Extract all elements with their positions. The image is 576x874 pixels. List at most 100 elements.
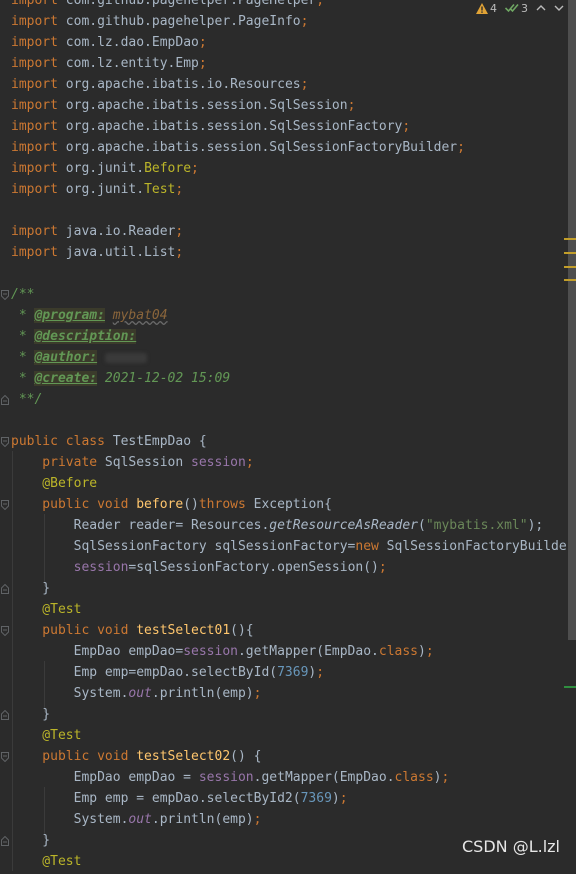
fold-open-icon[interactable] — [1, 290, 9, 300]
code-line[interactable]: * @program: mybat04 — [11, 305, 168, 326]
code-token: Emp emp=empDao.selectById( — [11, 665, 278, 680]
code-token: private — [11, 455, 98, 470]
code-token: ; — [378, 560, 387, 575]
scrollbar-thumb[interactable] — [568, 0, 576, 640]
inspection-widget[interactable]: 4 3 — [472, 0, 564, 16]
code-token: ; — [191, 161, 199, 176]
code-token: .getMapper(EmpDao. — [237, 644, 379, 659]
code-line[interactable]: Reader reader= Resources.getResourceAsRe… — [11, 515, 544, 536]
chevron-up-icon[interactable] — [536, 4, 546, 12]
code-line[interactable]: * @create: 2021-12-02 15:09 — [11, 368, 230, 389]
code-token: import — [11, 35, 58, 50]
code-token: session — [198, 770, 254, 785]
code-token: ) — [418, 644, 426, 659]
code-token: =sqlSessionFactory.openSession() — [128, 560, 379, 575]
code-token: ; — [198, 56, 207, 71]
code-line[interactable]: **/ — [11, 389, 43, 410]
code-token: ) — [331, 791, 340, 806]
code-token: com.github.pagehelper.PageHelper — [57, 0, 317, 8]
code-token: import — [11, 161, 58, 176]
fold-close-icon[interactable] — [1, 395, 9, 405]
code-line[interactable]: } — [11, 704, 50, 725]
code-token: @Test — [11, 602, 82, 617]
warning-marker[interactable] — [564, 252, 576, 254]
code-line[interactable]: SqlSessionFactory sqlSessionFactory=new … — [11, 536, 567, 557]
warnings-indicator[interactable]: 4 — [476, 2, 497, 15]
code-line[interactable]: import org.apache.ibatis.session.SqlSess… — [11, 116, 410, 137]
code-line[interactable]: import com.lz.entity.Emp; — [11, 53, 207, 74]
code-token: out — [128, 812, 152, 827]
code-token: import — [11, 140, 58, 155]
code-token: class — [378, 644, 419, 659]
code-line[interactable]: System.out.println(emp); — [11, 683, 262, 704]
fold-open-icon[interactable] — [1, 437, 9, 447]
fold-open-icon[interactable] — [1, 500, 9, 510]
code-line[interactable]: import org.junit.Before; — [11, 158, 199, 179]
code-token: "mybatis.xml" — [425, 518, 528, 533]
code-line[interactable]: import com.github.pagehelper.PageHelper; — [11, 0, 324, 11]
weak-warnings-indicator[interactable]: 3 — [505, 2, 528, 15]
code-line[interactable]: } — [11, 578, 50, 599]
code-token: 2021-12-02 15:09 — [97, 371, 231, 386]
code-token: import — [11, 224, 58, 239]
code-token: java.util.List — [57, 245, 176, 260]
change-marker[interactable] — [564, 686, 576, 688]
code-line[interactable]: import org.apache.ibatis.session.SqlSess… — [11, 95, 355, 116]
code-line[interactable]: @Test — [11, 725, 81, 746]
code-line[interactable]: public void before()throws Exception{ — [11, 494, 332, 515]
code-token: public void — [11, 623, 129, 638]
code-line[interactable]: public class TestEmpDao { — [11, 431, 207, 452]
code-token: SqlSession — [97, 455, 192, 470]
code-line[interactable]: import java.util.List; — [11, 242, 183, 263]
fold-open-icon[interactable] — [1, 752, 9, 762]
vertical-scrollbar[interactable] — [568, 0, 576, 864]
code-token: new — [355, 539, 379, 554]
code-line[interactable]: private SqlSession session; — [11, 452, 253, 473]
fold-close-icon[interactable] — [1, 710, 9, 720]
code-line[interactable]: @Before — [11, 473, 97, 494]
code-line[interactable]: import com.github.pagehelper.PageInfo; — [11, 11, 308, 32]
fold-close-icon[interactable] — [1, 836, 9, 846]
code-token: org.apache.ibatis.session.SqlSessionFact… — [57, 140, 458, 155]
code-line[interactable]: @Test — [11, 851, 81, 872]
code-line[interactable]: session=sqlSessionFactory.openSession(); — [11, 557, 387, 578]
code-line[interactable]: public void testSelect02() { — [11, 746, 261, 767]
code-editor[interactable]: import com.github.pagehelper.PageHelper;… — [0, 0, 568, 874]
warning-marker[interactable] — [564, 238, 576, 240]
code-token: 7369 — [277, 665, 309, 680]
warning-marker[interactable] — [564, 279, 576, 281]
code-token: @Test — [11, 728, 82, 743]
warning-marker[interactable] — [564, 266, 576, 268]
code-line[interactable]: @Test — [11, 599, 81, 620]
code-line[interactable]: EmpDao empDao = session.getMapper(EmpDao… — [11, 767, 450, 788]
code-line[interactable]: } — [11, 830, 50, 851]
weak-warnings-count: 3 — [521, 1, 528, 15]
code-line[interactable]: import com.lz.dao.EmpDao; — [11, 32, 207, 53]
code-line[interactable]: * @author: — [11, 347, 147, 368]
code-line[interactable]: Emp emp=empDao.selectById(7369); — [11, 662, 324, 683]
code-token: SqlSessionFactory sqlSessionFactory= — [11, 539, 356, 554]
code-token: ) — [433, 770, 442, 785]
code-token: Exception{ — [245, 497, 332, 512]
chevron-down-icon[interactable] — [554, 4, 564, 12]
code-line[interactable]: EmpDao empDao=session.getMapper(EmpDao.c… — [11, 641, 434, 662]
code-token: org.junit. — [57, 182, 145, 197]
code-token: org.junit. — [57, 161, 145, 176]
code-line[interactable]: import org.junit.Test; — [11, 179, 183, 200]
code-line[interactable]: * @description: — [11, 326, 137, 347]
code-token: out — [128, 686, 152, 701]
code-line[interactable]: Emp emp = empDao.selectById2(7369); — [11, 788, 348, 809]
code-token: EmpDao empDao = — [11, 770, 199, 785]
code-line[interactable]: import org.apache.ibatis.session.SqlSess… — [11, 137, 465, 158]
fold-open-icon[interactable] — [1, 626, 9, 636]
fold-close-icon[interactable] — [1, 584, 9, 594]
code-token: ; — [339, 791, 348, 806]
code-token: class — [394, 770, 434, 785]
code-line[interactable]: import java.io.Reader; — [11, 221, 183, 242]
code-line[interactable]: import org.apache.ibatis.io.Resources; — [11, 74, 308, 95]
code-line[interactable]: /** — [11, 284, 34, 305]
code-line[interactable]: System.out.println(emp); — [11, 809, 262, 830]
code-line[interactable]: public void testSelect01(){ — [11, 620, 253, 641]
